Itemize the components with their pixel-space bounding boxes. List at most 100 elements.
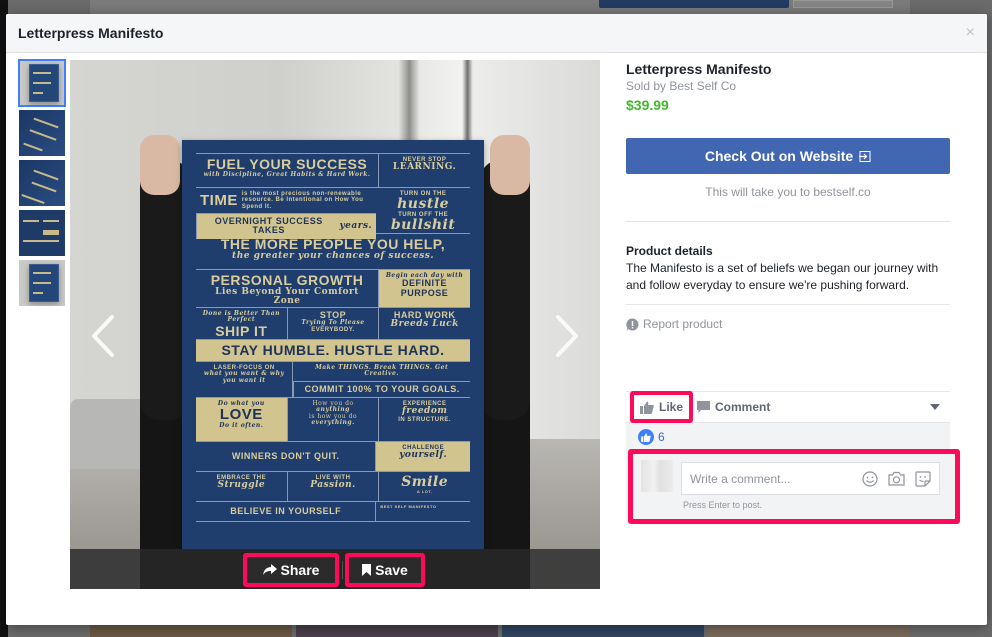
right-arm (480, 160, 530, 420)
save-label: Save (375, 562, 408, 578)
previous-image-button[interactable] (88, 313, 118, 359)
next-image-button[interactable] (552, 313, 582, 359)
poster-cell: BELIEVE IN YOURSELF (230, 505, 342, 516)
poster-text: the greater your chances of success. (232, 250, 434, 261)
poster-text: LOVE (219, 406, 263, 424)
poster-text: THE MORE PEOPLE YOU HELP, (220, 236, 446, 252)
divider (626, 221, 950, 222)
poster-cell: Smile A LOT. (378, 472, 470, 501)
poster-column: Make THINGS. Break THINGS. Get Creative.… (292, 362, 470, 398)
poster-cell: Begin each day with DEFINITE PURPOSE (378, 270, 470, 307)
comment-composer: Write a comment... Press Enter to post. (628, 449, 960, 524)
poster-text: LEARNING. (392, 162, 457, 173)
poster-text: hustle (397, 196, 450, 213)
close-button[interactable]: × (966, 25, 975, 41)
attach-photo-button[interactable] (888, 471, 905, 486)
thumbnail-line (33, 117, 59, 129)
comment-label: Comment (715, 400, 771, 414)
poster-cell: How you do anything is how you do everyt… (286, 398, 379, 441)
sticker-icon (915, 470, 931, 487)
manifesto-poster: FUEL YOUR SUCCESS with Discipline, Great… (182, 140, 484, 550)
poster-text: TIME (200, 191, 238, 209)
action-bar-divider (342, 561, 343, 579)
poster-cell: FUEL YOUR SUCCESS with Discipline, Great… (196, 154, 378, 187)
poster-cell: THE MORE PEOPLE YOU HELP, the greater yo… (196, 234, 470, 269)
thumbnail-line (33, 282, 51, 284)
sticker-button[interactable] (915, 470, 931, 487)
like-button[interactable]: Like (630, 391, 694, 423)
poster-cell: COMMIT 100% TO YOUR GOALS. (293, 381, 470, 398)
emoji-button[interactable] (862, 470, 878, 487)
poster-text: DEFINITE PURPOSE (400, 278, 449, 298)
save-button[interactable]: Save (345, 553, 425, 587)
thumbnail-line (23, 142, 43, 152)
poster-text: EVERYBODY. (311, 326, 355, 333)
poster-cell: NEVER STOP LEARNING. (378, 154, 470, 187)
more-options-caret-icon[interactable] (930, 404, 940, 410)
close-icon: × (965, 24, 975, 41)
camera-icon (888, 471, 905, 486)
poster-text: Struggle (217, 480, 266, 491)
comment-input[interactable]: Write a comment... (681, 462, 940, 495)
background-grey-button (793, 0, 893, 8)
poster-text: PERSONAL GROWTH (210, 272, 364, 288)
poster-text: IN STRUCTURE. (398, 416, 452, 423)
comment-bubble-icon (697, 401, 711, 413)
thumbnail-line (33, 169, 59, 181)
report-product-link[interactable]: Report product (626, 317, 950, 331)
thumbnail-line (21, 193, 45, 205)
poster-text: Breeds Luck (390, 319, 459, 330)
thumbnail-4[interactable] (19, 210, 65, 256)
thumbs-up-icon (640, 401, 654, 414)
product-details-body: The Manifesto is a set of beliefs we beg… (626, 261, 939, 292)
viewer-action-bar: Share Save (70, 549, 600, 589)
poster-cell: EXPERIENCE freedom IN STRUCTURE. (378, 398, 470, 441)
checkout-on-website-button[interactable]: Check Out on Website (626, 138, 950, 174)
bookmark-icon (362, 564, 372, 576)
chevron-left-icon (92, 315, 114, 357)
thumbnail-line (29, 129, 57, 141)
thumbnail-line (23, 240, 59, 242)
poster-cell: LASER-FOCUS ON what you want & why you w… (196, 362, 292, 397)
poster-text: Do it often. (219, 422, 264, 430)
like-label: Like (659, 400, 684, 414)
thumbnail-5[interactable] (19, 260, 65, 306)
modal-header: Letterpress Manifesto × (6, 14, 987, 53)
like-reaction-icon (638, 429, 654, 445)
redirect-note: This will take you to bestself.co (705, 185, 871, 199)
share-button[interactable]: Share (243, 553, 339, 587)
left-hand (140, 135, 180, 195)
product-image-viewer: FUEL YOUR SUCCESS with Discipline, Great… (70, 60, 600, 589)
thumbnail-line (33, 72, 51, 74)
thumbnail-2[interactable] (19, 110, 65, 156)
poster-text: Smile (401, 474, 449, 490)
poster-cell: HARD WORK Breeds Luck (378, 308, 470, 339)
poster-text: is the most precious non-renewable resou… (241, 191, 364, 210)
poster-text: A LOT. (416, 488, 433, 494)
background-blue-button (599, 0, 789, 8)
poster-text: freedom (401, 406, 448, 417)
poster-text: SHIP IT (215, 322, 268, 339)
poster-column: TIME is the most precious non-renewable … (196, 188, 377, 239)
thumbnail-line (33, 292, 43, 294)
poster-text: Passion. (310, 480, 356, 491)
poster-cell: TIME is the most precious non-renewable … (196, 188, 377, 214)
poster-text: FUEL YOUR SUCCESS (206, 156, 368, 172)
report-flag-icon (626, 317, 639, 330)
thumbnail-3[interactable] (19, 160, 65, 206)
product-info-panel: Letterpress Manifesto Sold by Best Self … (626, 60, 950, 331)
reactions-summary[interactable]: 6 (626, 423, 950, 451)
feedback-section: Like Comment 6 Write a comment... Press … (626, 391, 960, 524)
thumbnail-line (43, 230, 59, 235)
seller-name[interactable]: Sold by Best Self Co (626, 78, 950, 94)
report-product-label: Report product (643, 317, 723, 331)
right-hand (490, 135, 530, 195)
comment-button[interactable]: Comment (697, 400, 770, 414)
share-arrow-icon (262, 564, 277, 575)
poster-cell: STAY HUMBLE. HUSTLE HARD. (196, 340, 470, 361)
thumbnail-line (33, 272, 51, 274)
thumbnail-line (31, 181, 57, 193)
thumbnail-line (33, 82, 51, 84)
chevron-right-icon (556, 315, 578, 357)
thumbnail-1[interactable] (18, 59, 66, 107)
